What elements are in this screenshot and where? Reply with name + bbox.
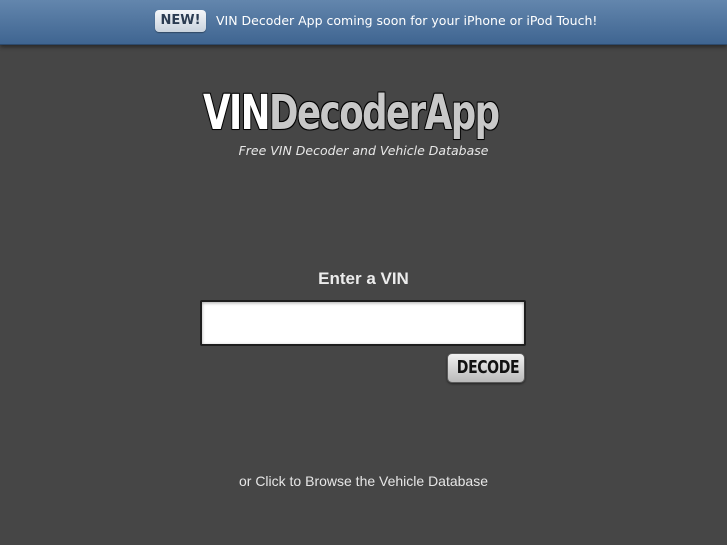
new-badge: NEW! [155, 10, 206, 32]
logo-vin-text: VIN [203, 85, 270, 141]
decode-button-label: DECODE [456, 357, 520, 378]
browse-database-link[interactable]: or Click to Browse the Vehicle Database [0, 471, 727, 491]
announcement-bar: NEW! VIN Decoder App coming soon for you… [0, 0, 727, 45]
decode-button[interactable]: DECODE [447, 353, 525, 383]
tagline: Free VIN Decoder and Vehicle Database [238, 143, 489, 158]
page: NEW! VIN Decoder App coming soon for you… [0, 0, 727, 545]
site-logo[interactable]: VINDecoderApp [203, 85, 500, 141]
vin-input[interactable] [200, 300, 526, 346]
vin-label: Enter a VIN [318, 269, 409, 288]
logo-decoderapp-text: DecoderApp [268, 85, 500, 141]
announcement-text[interactable]: VIN Decoder App coming soon for your iPh… [216, 11, 597, 31]
